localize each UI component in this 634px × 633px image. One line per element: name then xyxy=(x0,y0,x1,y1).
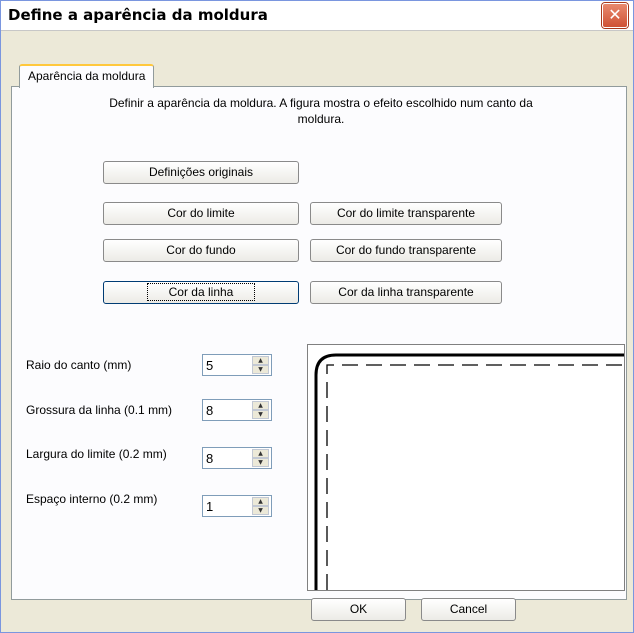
original-settings-button[interactable]: Definições originais xyxy=(103,161,299,184)
ok-button[interactable]: OK xyxy=(311,598,406,621)
line-color-label: Cor da linha xyxy=(146,283,256,301)
title-bar[interactable]: Define a aparência da moldura ✕ xyxy=(1,1,633,31)
corner-radius-value: 5 xyxy=(206,358,214,373)
window-title: Define a aparência da moldura xyxy=(8,6,268,24)
frame-preview xyxy=(307,344,625,591)
corner-radius-spinner[interactable]: 5 ▲ ▼ xyxy=(202,354,272,376)
inner-spacing-value: 1 xyxy=(206,499,214,514)
dialog-window: Define a aparência da moldura ✕ Aparênci… xyxy=(0,0,634,633)
line-thickness-label: Grossura da linha (0.1 mm) xyxy=(26,403,173,417)
spin-up-icon[interactable]: ▲ xyxy=(252,497,269,506)
spin-up-icon[interactable]: ▲ xyxy=(252,449,269,458)
line-thickness-spinner[interactable]: 8 ▲ ▼ xyxy=(202,399,272,421)
border-width-label: Largura do limite (0.2 mm) xyxy=(26,447,167,461)
background-color-button[interactable]: Cor do fundo xyxy=(103,239,299,262)
frame-border-line xyxy=(314,353,624,590)
frame-preview-graphic xyxy=(314,353,624,590)
cancel-button[interactable]: Cancel xyxy=(421,598,516,621)
line-color-button[interactable]: Cor da linha xyxy=(103,281,299,304)
spin-down-icon[interactable]: ▼ xyxy=(252,365,269,374)
background-color-transparent-button[interactable]: Cor do fundo transparente xyxy=(310,239,502,262)
spin-down-icon[interactable]: ▼ xyxy=(252,506,269,515)
border-color-transparent-button[interactable]: Cor do limite transparente xyxy=(310,202,502,225)
tab-aparencia-da-moldura[interactable]: Aparência da moldura xyxy=(19,64,155,88)
spin-up-icon[interactable]: ▲ xyxy=(252,356,269,365)
line-thickness-value: 8 xyxy=(206,403,214,418)
border-width-spinner[interactable]: 8 ▲ ▼ xyxy=(202,447,272,469)
border-width-value: 8 xyxy=(206,451,214,466)
close-icon[interactable]: ✕ xyxy=(602,3,628,28)
description-text: Definir a aparência da moldura. A figura… xyxy=(109,96,533,126)
line-color-transparent-button[interactable]: Cor da linha transparente xyxy=(310,281,502,304)
spin-down-icon[interactable]: ▼ xyxy=(252,410,269,419)
spin-up-icon[interactable]: ▲ xyxy=(252,401,269,410)
inner-spacing-label: Espaço interno (0.2 mm) xyxy=(26,492,158,506)
border-color-button[interactable]: Cor do limite xyxy=(103,202,299,225)
spin-down-icon[interactable]: ▼ xyxy=(252,458,269,467)
inner-spacing-spinner[interactable]: 1 ▲ ▼ xyxy=(202,495,272,517)
frame-inner-dashed-line xyxy=(326,364,624,590)
corner-radius-label: Raio do canto (mm) xyxy=(26,358,132,372)
